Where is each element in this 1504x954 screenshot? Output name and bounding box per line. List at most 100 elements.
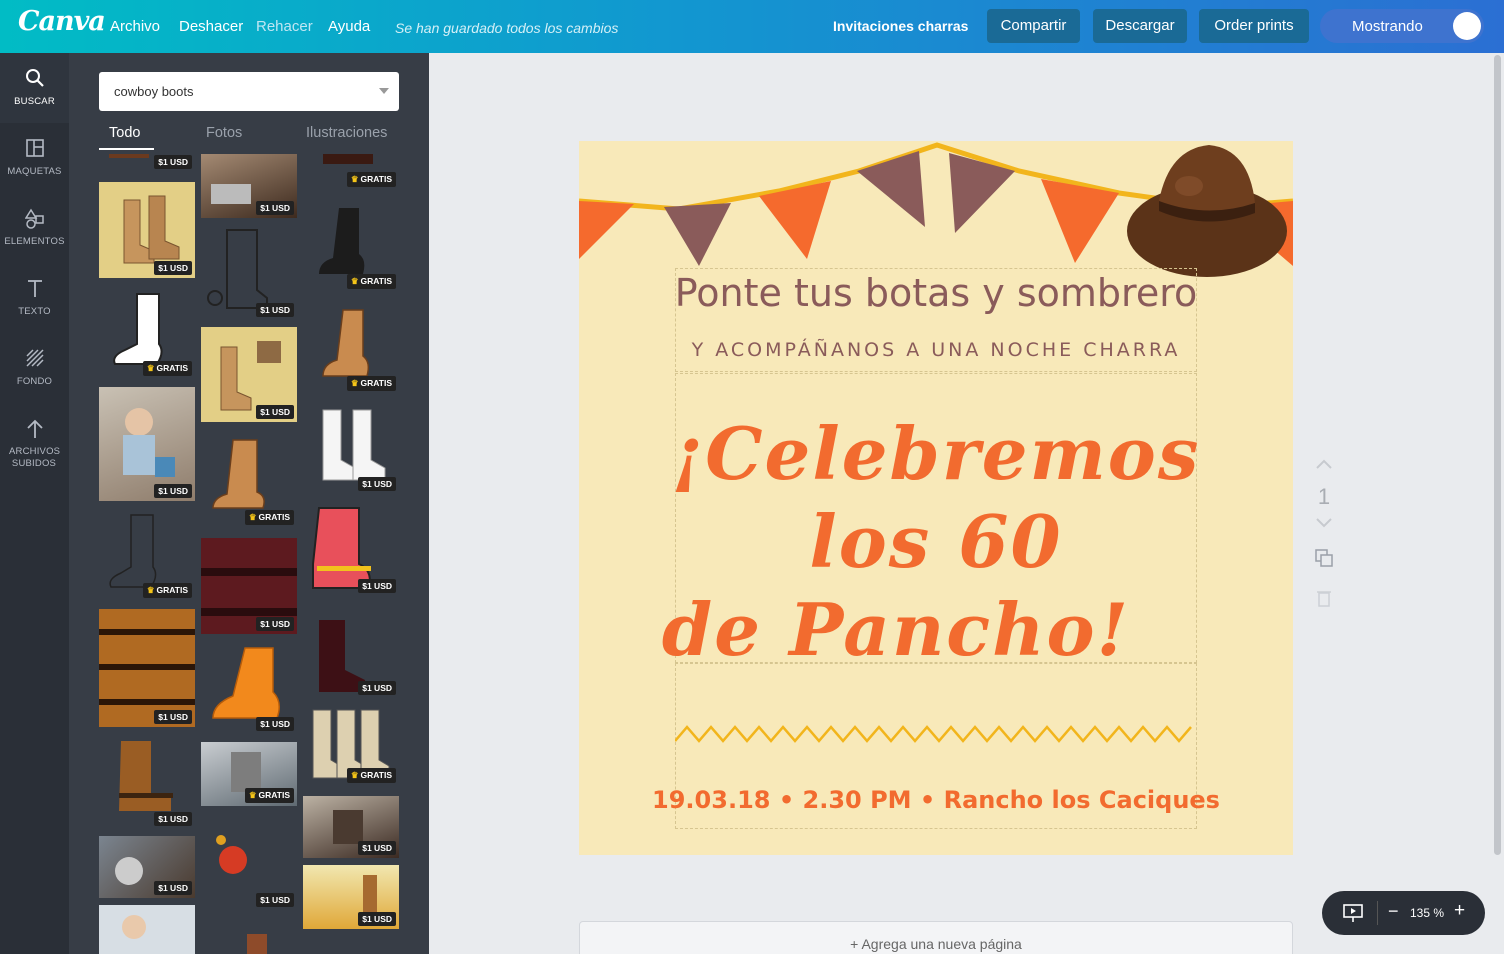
tab-todo[interactable]: Todo (109, 125, 140, 141)
result-thumbnail[interactable]: $1 USD (303, 406, 399, 494)
rail-label: BUSCAR (14, 96, 55, 107)
page-number: 1 (1317, 484, 1331, 509)
zoom-in-button[interactable]: + (1454, 900, 1465, 922)
price-badge: $1 USD (154, 261, 192, 275)
document-title[interactable]: Invitaciones charras (833, 18, 968, 34)
menu-deshacer[interactable]: Deshacer (179, 18, 243, 35)
rail-item-fondo[interactable]: FONDO (0, 333, 69, 403)
result-thumbnail[interactable]: $1 USD (201, 226, 297, 320)
result-thumbnail[interactable] (201, 932, 297, 954)
tab-ilustraciones[interactable]: Ilustraciones (306, 125, 387, 141)
price-badge: $1 USD (358, 681, 396, 695)
price-badge: $1 USD (358, 841, 396, 855)
trash-icon[interactable] (1309, 586, 1339, 610)
result-thumbnail[interactable]: $1 USD (201, 327, 297, 422)
result-thumbnail[interactable]: $1 USD (201, 538, 297, 634)
result-thumbnail[interactable]: $1 USD (303, 796, 399, 858)
result-thumbnail[interactable]: ♛ GRATIS (303, 304, 399, 394)
price-badge: $1 USD (256, 303, 294, 317)
present-icon[interactable] (1342, 903, 1364, 923)
result-thumbnail[interactable]: ♛ GRATIS (303, 706, 399, 786)
text-icon (27, 280, 42, 297)
price-badge: $1 USD (358, 912, 396, 926)
result-thumbnail[interactable]: $1 USD (99, 182, 195, 278)
rail-label: TEXTO (18, 306, 51, 317)
free-badge: ♛ GRATIS (244, 788, 294, 803)
result-thumbnail[interactable]: $1 USD (201, 154, 297, 218)
download-button[interactable]: Descargar (1093, 9, 1187, 43)
child-photo (122, 915, 146, 939)
rail-item-elementos[interactable]: ELEMENTOS (0, 193, 69, 263)
result-thumbnail[interactable]: ♛ GRATIS (201, 742, 297, 806)
result-thumbnail[interactable] (99, 905, 195, 954)
scrollbar[interactable] (1494, 55, 1501, 855)
canva-logo[interactable]: Canva (18, 6, 106, 37)
script-line-2[interactable]: los 60 (579, 499, 1293, 584)
free-badge: ♛ GRATIS (142, 583, 192, 598)
result-thumbnail[interactable]: $1 USD (99, 154, 195, 172)
add-page-button[interactable]: + Agrega una nueva página (579, 921, 1293, 954)
free-badge: ♛ GRATIS (346, 172, 396, 187)
price-badge: $1 USD (154, 710, 192, 724)
price-badge: $1 USD (154, 881, 192, 895)
menu-rehacer[interactable]: Rehacer (256, 18, 313, 35)
rail-item-archivos[interactable]: ARCHIVOS SUBIDOS (0, 403, 69, 483)
design-page[interactable]: Ponte tus botas y sombrero Y ACOMPÁÑANOS… (579, 141, 1293, 855)
chevron-down-icon[interactable] (379, 88, 389, 94)
side-rail: BUSCAR MAQUETAS ELEMENTOS TEXTO FONDO AR… (0, 53, 69, 954)
zoom-bar: − 135 % + (1322, 891, 1485, 935)
rail-item-buscar[interactable]: BUSCAR (0, 53, 69, 123)
upload-icon (26, 419, 43, 438)
result-thumbnail[interactable]: $1 USD (99, 737, 195, 829)
subline-text[interactable]: Y ACOMPÁÑANOS A UNA NOCHE CHARRA (579, 339, 1293, 361)
price-badge: $1 USD (154, 812, 192, 826)
toggle-knob (1453, 12, 1481, 40)
result-thumbnail[interactable]: $1 USD (303, 616, 399, 698)
menu-ayuda[interactable]: Ayuda (328, 18, 370, 35)
order-prints-button[interactable]: Order prints (1199, 9, 1309, 43)
price-badge: $1 USD (256, 405, 294, 419)
background-icon (25, 349, 44, 367)
result-thumbnail[interactable]: $1 USD (99, 836, 195, 898)
result-thumbnail[interactable]: ♛ GRATIS (201, 436, 297, 528)
event-details-text[interactable]: 19.03.18 • 2.30 PM • Rancho los Caciques (579, 786, 1293, 814)
result-thumbnail[interactable]: ♛ GRATIS (99, 289, 195, 379)
script-line-1[interactable]: ¡Celebremos (579, 411, 1293, 496)
rail-item-maquetas[interactable]: MAQUETAS (0, 123, 69, 193)
menu-archivo[interactable]: Archivo (110, 18, 160, 35)
result-thumbnail[interactable]: ♛ GRATIS (303, 202, 399, 292)
zigzag-divider[interactable] (675, 719, 1195, 749)
free-badge: ♛ GRATIS (346, 274, 396, 289)
rail-item-texto[interactable]: TEXTO (0, 263, 69, 333)
zoom-level[interactable]: 135 % (1410, 906, 1444, 920)
result-thumbnail[interactable]: $1 USD (201, 830, 297, 910)
boot-image (247, 934, 267, 954)
crown-icon: ♛ (146, 363, 155, 373)
rail-label: ARCHIVOS SUBIDOS (9, 446, 61, 469)
price-badge: $1 USD (358, 477, 396, 491)
chevron-down-icon[interactable] (1309, 516, 1339, 530)
result-thumbnail[interactable]: $1 USD (303, 504, 399, 596)
result-thumbnail[interactable]: $1 USD (99, 609, 195, 727)
share-button[interactable]: Compartir (987, 9, 1080, 43)
result-thumbnail[interactable]: ♛ GRATIS (99, 509, 195, 601)
zoom-separator (1377, 901, 1378, 925)
tab-fotos[interactable]: Fotos (206, 125, 242, 141)
result-thumbnail[interactable]: ♛ GRATIS (303, 154, 399, 190)
shapes-icon (24, 208, 44, 229)
search-input[interactable]: cowboy boots (99, 72, 399, 111)
search-icon (25, 69, 44, 87)
result-thumbnail[interactable]: $1 USD (303, 865, 399, 929)
zoom-out-button[interactable]: − (1388, 901, 1399, 922)
result-thumbnail[interactable]: $1 USD (201, 644, 297, 734)
chevron-up-icon[interactable] (1309, 457, 1339, 471)
canvas-area: Ponte tus botas y sombrero Y ACOMPÁÑANOS… (429, 53, 1504, 954)
showing-toggle[interactable]: Mostrando (1320, 9, 1484, 43)
price-badge: $1 USD (256, 717, 294, 731)
duplicate-page-icon[interactable] (1309, 547, 1339, 571)
headline-text[interactable]: Ponte tus botas y sombrero (579, 271, 1293, 315)
price-badge: $1 USD (154, 155, 192, 169)
result-thumbnail[interactable]: $1 USD (99, 387, 195, 501)
crown-icon: ♛ (248, 512, 257, 522)
script-line-3[interactable]: de Pancho! (579, 587, 1253, 672)
